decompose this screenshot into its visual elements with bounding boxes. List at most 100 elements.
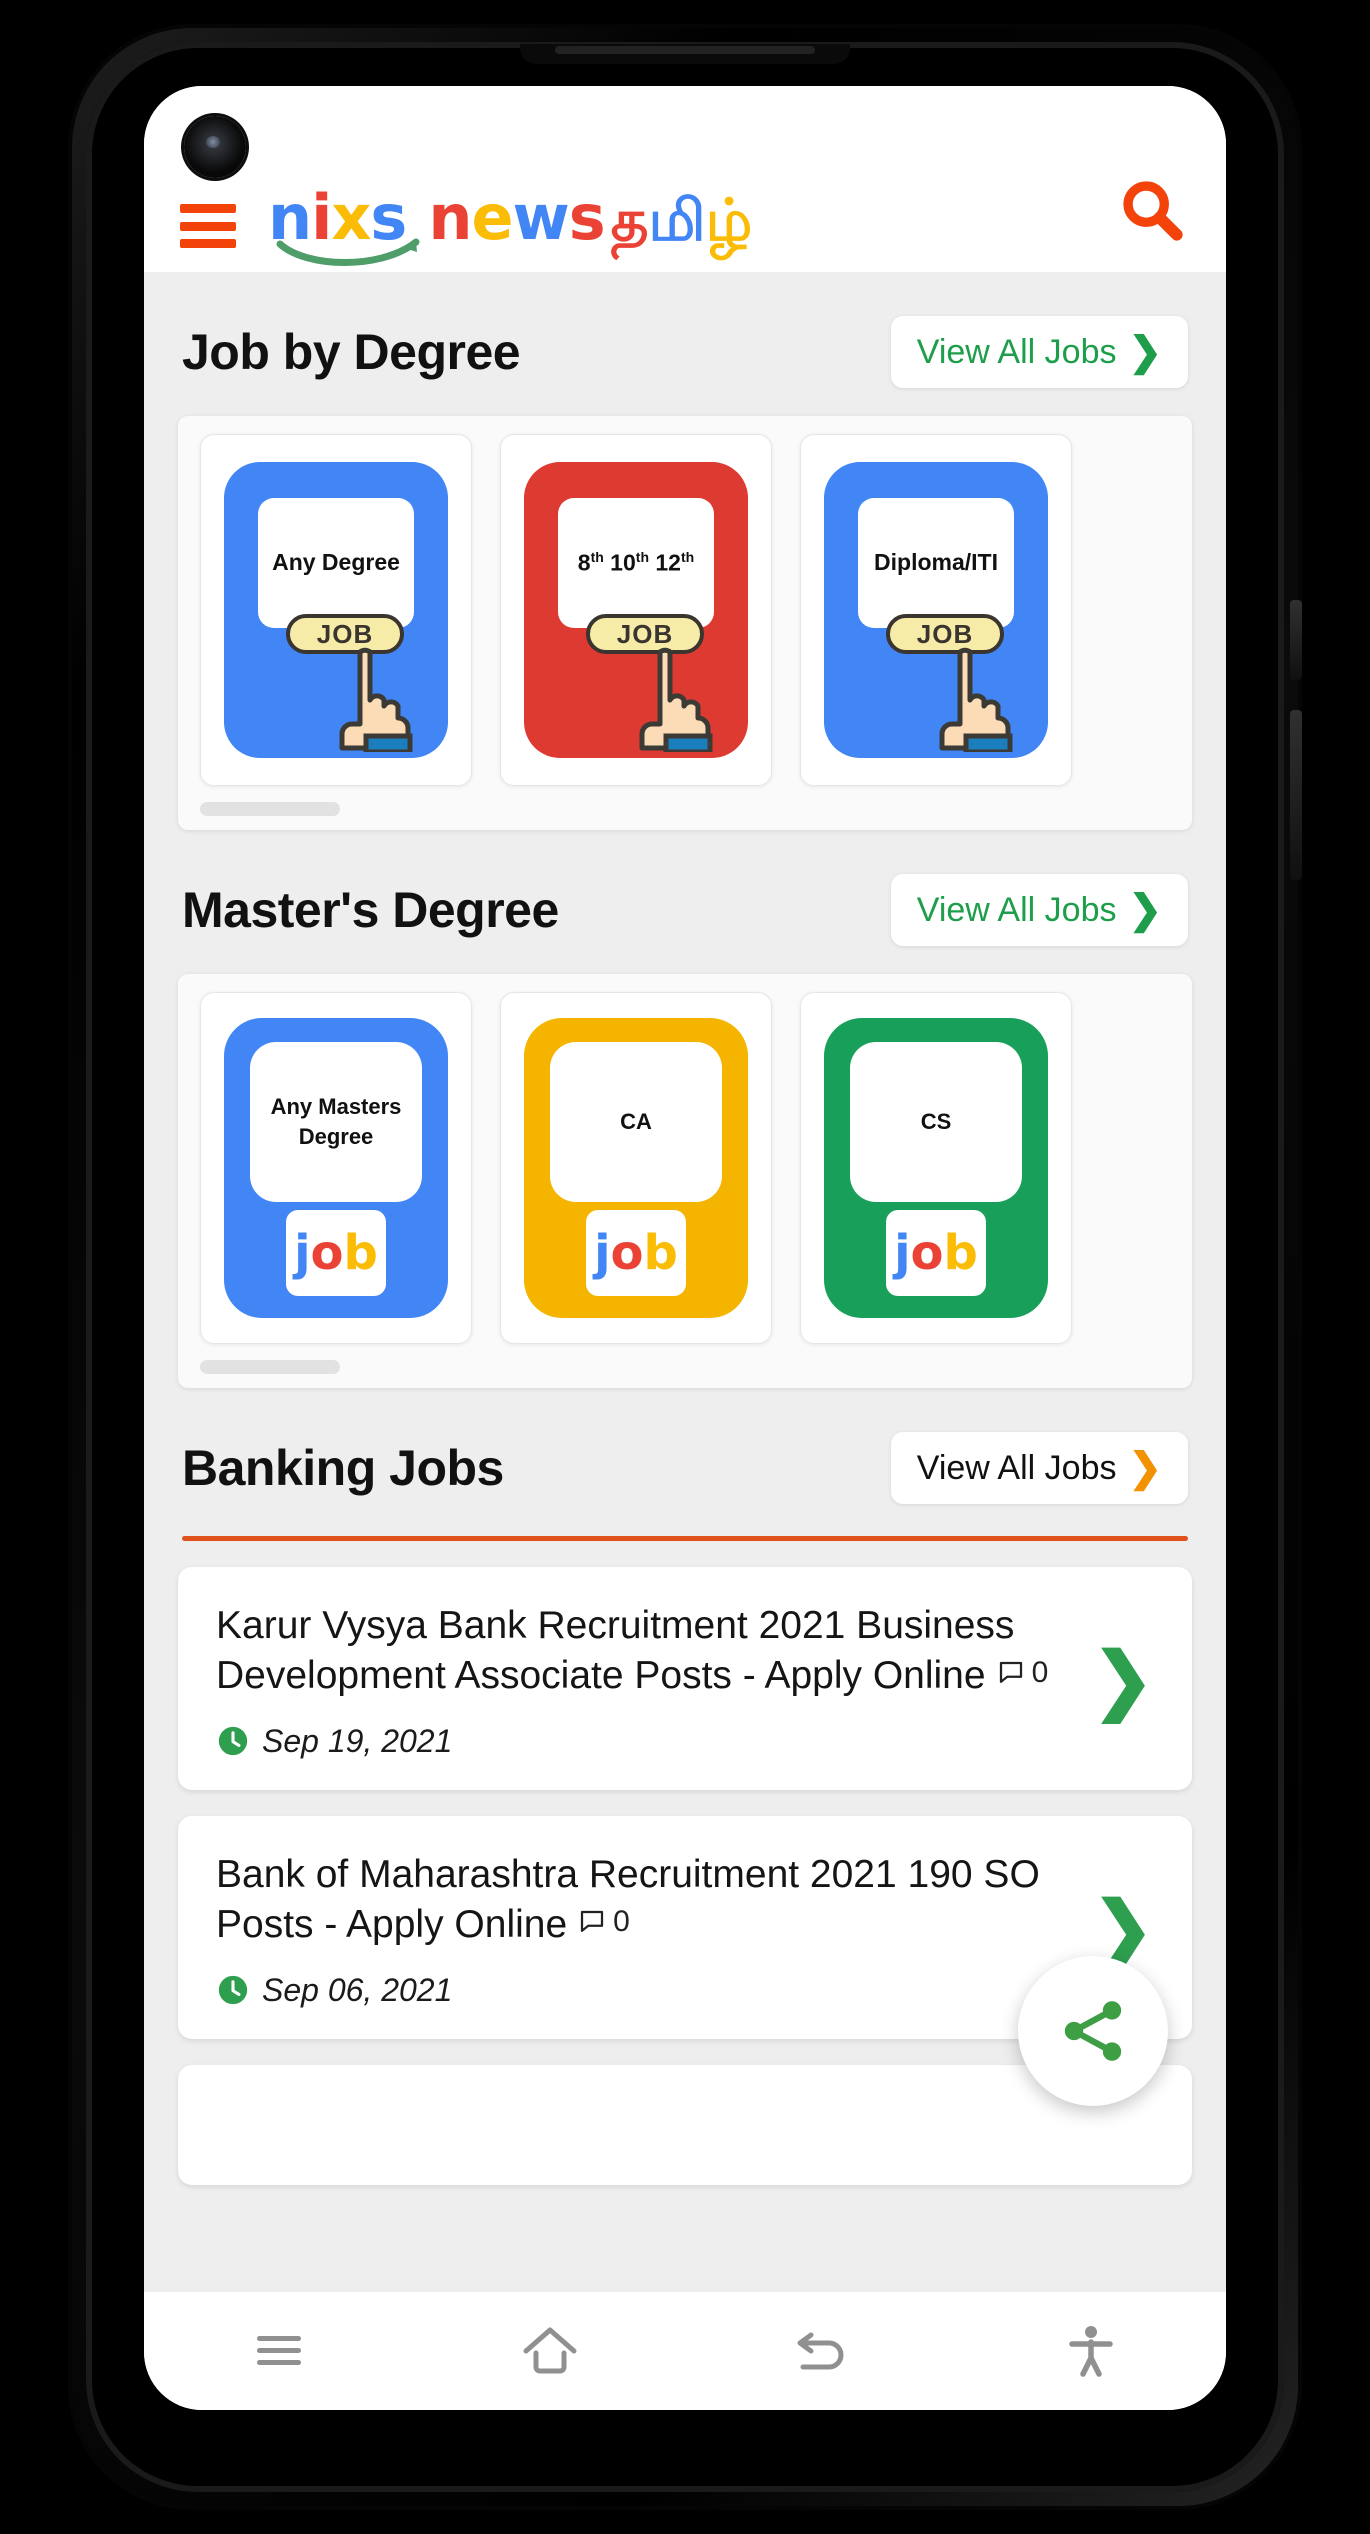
brand-tamil: தமிழ் (610, 185, 753, 254)
degree-tile-label-box: Diploma/ITI (858, 498, 1014, 628)
hamburger-icon[interactable] (180, 204, 236, 248)
degree-tile-label-box: Any Degree (258, 498, 414, 628)
chevron-right-icon[interactable]: ❯ (1092, 1643, 1154, 1717)
recents-glyph (257, 2336, 302, 2365)
home-icon[interactable] (490, 2311, 610, 2391)
search-icon[interactable] (1114, 172, 1190, 248)
front-camera (184, 116, 246, 178)
accessibility-icon[interactable] (1031, 2311, 1151, 2391)
app-header: nixs news தமிழ் (144, 86, 1226, 272)
comment-count-value: 0 (613, 1904, 630, 1938)
masters-tile: Any Masters Degree job (224, 1018, 448, 1318)
job-logo-badge: job (886, 1210, 986, 1296)
android-navigation-bar (144, 2292, 1226, 2410)
degree-card[interactable]: Diploma/ITI JOB (800, 434, 1072, 786)
job-post-date-text: Sep 06, 2021 (262, 1971, 453, 2008)
view-all-jobs-button-masters[interactable]: View All Jobs ❯ (890, 874, 1188, 946)
masters-tile-label-box: CS (850, 1042, 1022, 1202)
job-post-body: Karur Vysya Bank Recruitment 2021 Busine… (216, 1601, 1068, 1760)
view-all-label: View All Jobs (916, 890, 1117, 929)
screenshot-root: nixs news தமிழ் Job by Degree View All J… (0, 0, 1370, 2534)
masters-tile-label-box: CA (550, 1042, 722, 1202)
page-title: Master's Degree (182, 882, 559, 938)
earpiece-speaker (555, 46, 815, 54)
masters-tile: CS job (824, 1018, 1048, 1318)
masters-tile-label-box: Any Masters Degree (250, 1042, 422, 1202)
degree-tile: Diploma/ITI JOB (824, 462, 1048, 758)
section-job-by-degree: Job by Degree View All Jobs ❯ Any Degree (144, 272, 1226, 830)
recents-menu-icon[interactable] (219, 2311, 339, 2391)
clock-icon (218, 1727, 248, 1756)
view-all-jobs-button-banking[interactable]: View All Jobs ❯ (890, 1432, 1188, 1504)
degree-card[interactable]: Any Degree JOB (200, 434, 472, 786)
pointing-hand-icon (639, 647, 713, 752)
job-post-date-text: Sep 19, 2021 (262, 1722, 453, 1759)
masters-carousel[interactable]: Any Masters Degree job CA job CS job (178, 974, 1192, 1388)
job-logo-badge: job (286, 1210, 386, 1296)
masters-tile: CA job (524, 1018, 748, 1318)
degree-carousel[interactable]: Any Degree JOB 8th 10th 12th JOB Diploma… (178, 416, 1192, 830)
pointing-hand-icon (939, 647, 1013, 752)
degree-tile: Any Degree JOB (224, 462, 448, 758)
degree-label: 8th 10th 12th (577, 549, 695, 576)
pointing-hand-icon (339, 647, 413, 752)
degree-card[interactable]: 8th 10th 12th JOB (500, 434, 772, 786)
degree-tile: 8th 10th 12th JOB (524, 462, 748, 758)
degree-tile-label-box: 8th 10th 12th (558, 498, 714, 628)
job-post-title-text: Karur Vysya Bank Recruitment 2021 Busine… (216, 1604, 1015, 1697)
job-post-date: Sep 19, 2021 (216, 1723, 1068, 1760)
app-logo: nixs news தமிழ் (268, 181, 753, 266)
chevron-right-icon: ❯ (1128, 330, 1162, 374)
section-header: Banking Jobs View All Jobs ❯ (178, 1388, 1192, 1514)
masters-label: CA (620, 1109, 652, 1135)
job-logo-badge: job (586, 1210, 686, 1296)
carousel-track[interactable]: Any Masters Degree job CA job CS job (178, 992, 1192, 1354)
search-glyph (1123, 181, 1183, 241)
section-header: Job by Degree View All Jobs ❯ (178, 272, 1192, 398)
comment-icon (999, 1661, 1022, 1683)
section-header: Master's Degree View All Jobs ❯ (178, 830, 1192, 956)
chevron-right-icon: ❯ (1128, 1446, 1162, 1490)
degree-label: Diploma/ITI (874, 549, 998, 576)
carousel-scrollbar-thumb[interactable] (200, 1360, 340, 1374)
job-post-date: Sep 06, 2021 (216, 1972, 1068, 2009)
masters-label: Any Masters Degree (270, 1094, 402, 1149)
job-post-body: Bank of Maharashtra Recruitment 2021 190… (216, 1850, 1068, 2009)
clock-icon (218, 1975, 248, 2005)
carousel-scrollbar[interactable] (200, 802, 1170, 816)
share-button[interactable] (1018, 1956, 1168, 2106)
masters-label: CS (920, 1109, 952, 1135)
back-glyph (797, 2332, 844, 2370)
smile-swoosh-icon (276, 238, 420, 266)
carousel-scrollbar-thumb[interactable] (200, 802, 340, 816)
carousel-track[interactable]: Any Degree JOB 8th 10th 12th JOB Diploma… (178, 434, 1192, 796)
accessibility-glyph (1069, 2326, 1113, 2377)
job-post-title: Karur Vysya Bank Recruitment 2021 Busine… (216, 1601, 1068, 1701)
back-icon[interactable] (760, 2311, 880, 2391)
volume-button[interactable] (1290, 600, 1302, 680)
comment-count-value: 0 (1031, 1655, 1049, 1689)
power-button[interactable] (1290, 710, 1302, 880)
view-all-label: View All Jobs (916, 332, 1117, 371)
section-divider (182, 1536, 1188, 1541)
job-logo-text: job (294, 1225, 378, 1281)
chevron-right-icon[interactable]: ❯ (1092, 1892, 1154, 1966)
brand-news: news (428, 181, 605, 255)
job-post-item[interactable]: Karur Vysya Bank Recruitment 2021 Busine… (178, 1567, 1192, 1790)
masters-card[interactable]: CS job (800, 992, 1072, 1344)
masters-card[interactable]: Any Masters Degree job (200, 992, 472, 1344)
view-all-label: View All Jobs (916, 1448, 1117, 1487)
job-logo-text: job (894, 1225, 978, 1281)
comment-count: 0 (577, 1903, 630, 1941)
carousel-scrollbar[interactable] (200, 1360, 1170, 1374)
job-post-title: Bank of Maharashtra Recruitment 2021 190… (216, 1850, 1068, 1950)
masters-card[interactable]: CA job (500, 992, 772, 1344)
job-logo-text: job (594, 1225, 678, 1281)
home-glyph (523, 2327, 577, 2374)
phone-screen: nixs news தமிழ் Job by Degree View All J… (144, 86, 1226, 2410)
view-all-jobs-button-degree[interactable]: View All Jobs ❯ (890, 316, 1188, 388)
page-title: Banking Jobs (182, 1440, 504, 1496)
page-title: Job by Degree (182, 324, 521, 380)
chevron-right-icon: ❯ (1128, 888, 1162, 932)
section-masters-degree: Master's Degree View All Jobs ❯ Any Mast… (144, 830, 1226, 1388)
